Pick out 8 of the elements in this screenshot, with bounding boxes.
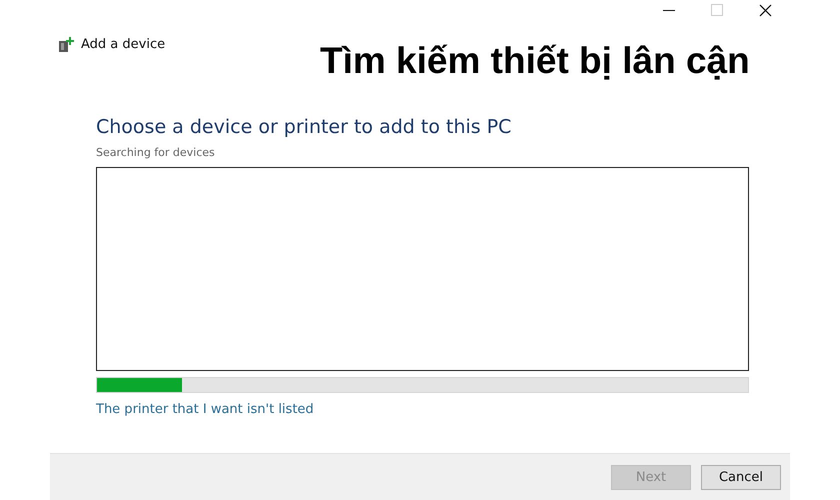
printer-not-listed-link[interactable]: The printer that I want isn't listed [96, 402, 314, 417]
device-add-icon [58, 36, 75, 53]
close-icon[interactable] [759, 4, 772, 17]
caption-text: Tìm kiếm thiết bị lân cận [320, 40, 750, 82]
cancel-button[interactable]: Cancel [701, 464, 781, 490]
status-text: Searching for devices [96, 146, 216, 159]
dialog-heading: Choose a device or printer to add to this PC [96, 116, 512, 138]
window-title: Add a device [81, 37, 166, 52]
